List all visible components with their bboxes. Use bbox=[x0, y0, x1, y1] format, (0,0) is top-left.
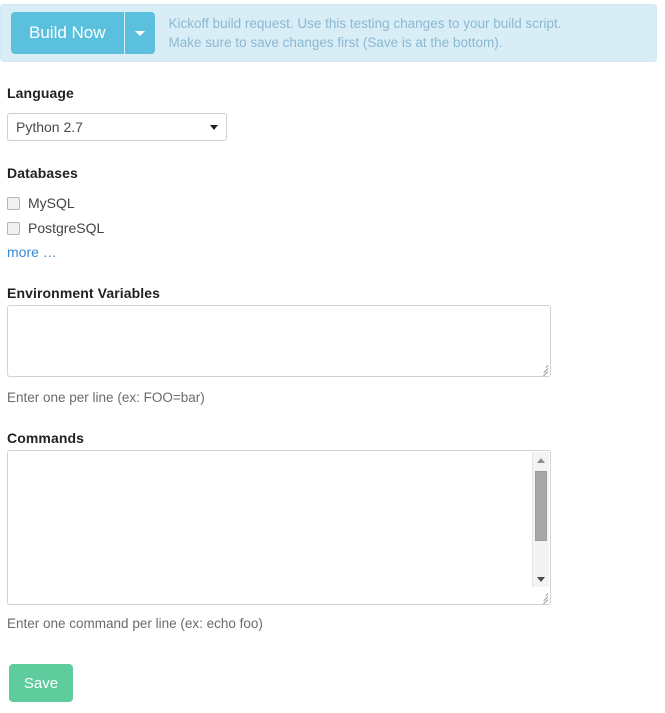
language-select[interactable]: Python 2.7 bbox=[7, 113, 227, 141]
commands-help: Enter one command per line (ex: echo foo… bbox=[7, 616, 263, 631]
build-alert-message-line2: Make sure to save changes first (Save is… bbox=[168, 35, 503, 50]
mysql-checkbox[interactable] bbox=[7, 196, 20, 210]
databases-more-link[interactable]: more … bbox=[7, 244, 57, 260]
environment-variables-field bbox=[7, 305, 551, 377]
scroll-up-arrow-icon[interactable] bbox=[533, 452, 549, 468]
build-now-dropdown-toggle[interactable] bbox=[124, 12, 155, 54]
database-option-mysql[interactable]: MySQL bbox=[7, 194, 75, 212]
commands-input[interactable] bbox=[8, 451, 550, 604]
mysql-label: MySQL bbox=[28, 195, 75, 211]
database-option-postgresql[interactable]: PostgreSQL bbox=[7, 219, 104, 237]
build-settings-page: Build Now Kickoff build request. Use thi… bbox=[0, 0, 665, 713]
commands-scrollbar[interactable] bbox=[532, 452, 549, 587]
save-button[interactable]: Save bbox=[9, 664, 73, 702]
build-alert-message: Kickoff build request. Use this testing … bbox=[169, 14, 646, 52]
build-alert-message-line1: Kickoff build request. Use this testing … bbox=[168, 16, 562, 31]
commands-label: Commands bbox=[7, 430, 85, 446]
scrollbar-thumb[interactable] bbox=[535, 471, 547, 541]
language-label: Language bbox=[7, 85, 74, 101]
postgresql-checkbox[interactable] bbox=[7, 221, 20, 235]
build-now-button[interactable]: Build Now bbox=[11, 12, 125, 54]
postgresql-label: PostgreSQL bbox=[28, 220, 105, 236]
databases-label: Databases bbox=[7, 165, 78, 181]
environment-variables-help: Enter one per line (ex: FOO=bar) bbox=[7, 390, 205, 405]
build-now-alert: Build Now Kickoff build request. Use thi… bbox=[0, 4, 657, 62]
triangle-down-icon bbox=[210, 124, 218, 130]
environment-variables-input[interactable] bbox=[8, 306, 550, 376]
environment-variables-label: Environment Variables bbox=[7, 285, 161, 301]
scroll-down-arrow-icon[interactable] bbox=[533, 571, 549, 587]
caret-down-icon bbox=[134, 30, 145, 36]
commands-field bbox=[7, 450, 551, 605]
language-select-value: Python 2.7 bbox=[16, 119, 83, 135]
build-now-button-group: Build Now bbox=[11, 12, 155, 54]
